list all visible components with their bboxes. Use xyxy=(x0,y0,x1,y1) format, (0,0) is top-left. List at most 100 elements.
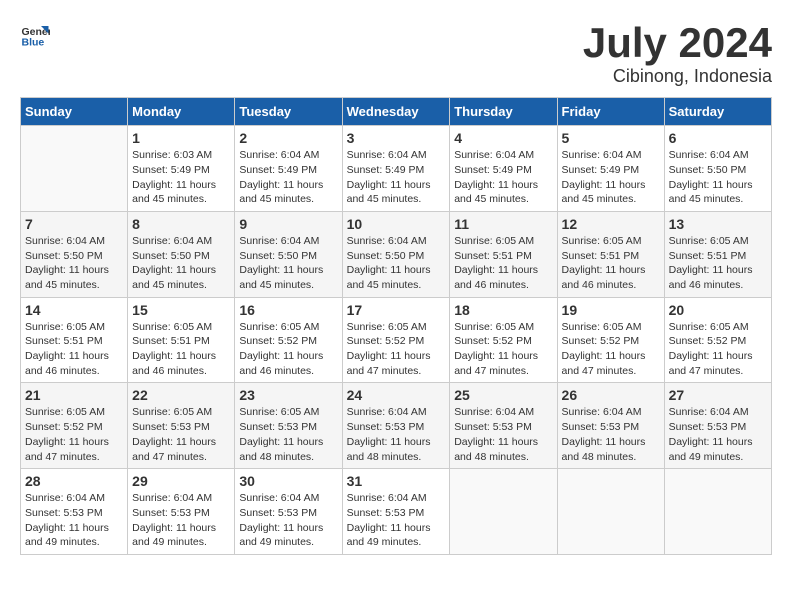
calendar-cell: 2 Sunrise: 6:04 AM Sunset: 5:49 PM Daylig… xyxy=(235,126,342,212)
day-number: 27 xyxy=(669,387,767,403)
cell-info: Sunrise: 6:05 AM Sunset: 5:51 PM Dayligh… xyxy=(562,234,660,293)
day-number: 3 xyxy=(347,130,446,146)
day-number: 18 xyxy=(454,302,552,318)
calendar-cell: 1Sunrise: 6:03 AM Sunset: 5:49 PM Daylig… xyxy=(128,126,235,212)
cell-info: Sunrise: 6:04 AM Sunset: 5:49 PM Dayligh… xyxy=(454,148,552,207)
cell-info: Sunrise: 6:05 AM Sunset: 5:52 PM Dayligh… xyxy=(669,320,767,379)
day-number: 10 xyxy=(347,216,446,232)
calendar-cell: 6 Sunrise: 6:04 AM Sunset: 5:50 PM Daylig… xyxy=(664,126,771,212)
location-subtitle: Cibinong, Indonesia xyxy=(583,66,772,87)
day-header-saturday: Saturday xyxy=(664,98,771,126)
day-number: 26 xyxy=(562,387,660,403)
cell-info: Sunrise: 6:04 AM Sunset: 5:53 PM Dayligh… xyxy=(562,405,660,464)
day-number: 2 xyxy=(239,130,337,146)
calendar-cell: 21 Sunrise: 6:05 AM Sunset: 5:52 PM Dayli… xyxy=(21,383,128,469)
calendar-cell: 3 Sunrise: 6:04 AM Sunset: 5:49 PM Daylig… xyxy=(342,126,450,212)
calendar-cell: 16 Sunrise: 6:05 AM Sunset: 5:52 PM Dayli… xyxy=(235,297,342,383)
cell-info: Sunrise: 6:04 AM Sunset: 5:50 PM Dayligh… xyxy=(132,234,230,293)
calendar-cell: 28Sunrise: 6:04 AM Sunset: 5:53 PM Dayli… xyxy=(21,469,128,555)
calendar-week-row: 1Sunrise: 6:03 AM Sunset: 5:49 PM Daylig… xyxy=(21,126,772,212)
month-year-title: July 2024 xyxy=(583,20,772,66)
calendar-cell: 9Sunrise: 6:04 AM Sunset: 5:50 PM Daylig… xyxy=(235,211,342,297)
calendar-table: SundayMondayTuesdayWednesdayThursdayFrid… xyxy=(20,97,772,555)
calendar-cell: 30 Sunrise: 6:04 AM Sunset: 5:53 PM Dayli… xyxy=(235,469,342,555)
day-header-tuesday: Tuesday xyxy=(235,98,342,126)
day-number: 13 xyxy=(669,216,767,232)
calendar-cell: 7 Sunrise: 6:04 AM Sunset: 5:50 PM Daylig… xyxy=(21,211,128,297)
calendar-cell: 18 Sunrise: 6:05 AM Sunset: 5:52 PM Dayli… xyxy=(450,297,557,383)
cell-info: Sunrise: 6:04 AM Sunset: 5:53 PM Dayligh… xyxy=(669,405,767,464)
day-number: 31 xyxy=(347,473,446,489)
calendar-cell xyxy=(450,469,557,555)
cell-info: Sunrise: 6:04 AM Sunset: 5:50 PM Dayligh… xyxy=(669,148,767,207)
cell-info: Sunrise: 6:04 AM Sunset: 5:50 PM Dayligh… xyxy=(347,234,446,293)
calendar-cell xyxy=(557,469,664,555)
calendar-cell xyxy=(664,469,771,555)
calendar-cell: 23Sunrise: 6:05 AM Sunset: 5:53 PM Dayli… xyxy=(235,383,342,469)
day-number: 21 xyxy=(25,387,123,403)
day-number: 11 xyxy=(454,216,552,232)
day-number: 5 xyxy=(562,130,660,146)
day-number: 23 xyxy=(239,387,337,403)
calendar-week-row: 7 Sunrise: 6:04 AM Sunset: 5:50 PM Daylig… xyxy=(21,211,772,297)
cell-info: Sunrise: 6:05 AM Sunset: 5:51 PM Dayligh… xyxy=(454,234,552,293)
calendar-cell: 24Sunrise: 6:04 AM Sunset: 5:53 PM Dayli… xyxy=(342,383,450,469)
cell-info: Sunrise: 6:05 AM Sunset: 5:53 PM Dayligh… xyxy=(132,405,230,464)
day-number: 20 xyxy=(669,302,767,318)
calendar-cell: 22Sunrise: 6:05 AM Sunset: 5:53 PM Dayli… xyxy=(128,383,235,469)
day-number: 15 xyxy=(132,302,230,318)
cell-info: Sunrise: 6:04 AM Sunset: 5:50 PM Dayligh… xyxy=(239,234,337,293)
cell-info: Sunrise: 6:05 AM Sunset: 5:51 PM Dayligh… xyxy=(25,320,123,379)
calendar-cell: 5Sunrise: 6:04 AM Sunset: 5:49 PM Daylig… xyxy=(557,126,664,212)
header: General Blue July 2024 Cibinong, Indones… xyxy=(20,20,772,87)
cell-info: Sunrise: 6:05 AM Sunset: 5:52 PM Dayligh… xyxy=(562,320,660,379)
calendar-cell: 26 Sunrise: 6:04 AM Sunset: 5:53 PM Dayli… xyxy=(557,383,664,469)
calendar-week-row: 28Sunrise: 6:04 AM Sunset: 5:53 PM Dayli… xyxy=(21,469,772,555)
day-number: 6 xyxy=(669,130,767,146)
day-header-monday: Monday xyxy=(128,98,235,126)
cell-info: Sunrise: 6:04 AM Sunset: 5:53 PM Dayligh… xyxy=(347,405,446,464)
cell-info: Sunrise: 6:04 AM Sunset: 5:53 PM Dayligh… xyxy=(347,491,446,550)
day-number: 14 xyxy=(25,302,123,318)
calendar-cell: 29Sunrise: 6:04 AM Sunset: 5:53 PM Dayli… xyxy=(128,469,235,555)
cell-info: Sunrise: 6:05 AM Sunset: 5:51 PM Dayligh… xyxy=(669,234,767,293)
calendar-cell xyxy=(21,126,128,212)
day-header-sunday: Sunday xyxy=(21,98,128,126)
calendar-week-row: 14 Sunrise: 6:05 AM Sunset: 5:51 PM Dayli… xyxy=(21,297,772,383)
day-header-thursday: Thursday xyxy=(450,98,557,126)
calendar-week-row: 21 Sunrise: 6:05 AM Sunset: 5:52 PM Dayli… xyxy=(21,383,772,469)
day-number: 29 xyxy=(132,473,230,489)
cell-info: Sunrise: 6:05 AM Sunset: 5:52 PM Dayligh… xyxy=(239,320,337,379)
cell-info: Sunrise: 6:04 AM Sunset: 5:49 PM Dayligh… xyxy=(347,148,446,207)
calendar-cell: 25Sunrise: 6:04 AM Sunset: 5:53 PM Dayli… xyxy=(450,383,557,469)
cell-info: Sunrise: 6:05 AM Sunset: 5:52 PM Dayligh… xyxy=(25,405,123,464)
cell-info: Sunrise: 6:04 AM Sunset: 5:49 PM Dayligh… xyxy=(239,148,337,207)
cell-info: Sunrise: 6:04 AM Sunset: 5:50 PM Dayligh… xyxy=(25,234,123,293)
calendar-cell: 17Sunrise: 6:05 AM Sunset: 5:52 PM Dayli… xyxy=(342,297,450,383)
day-number: 7 xyxy=(25,216,123,232)
calendar-cell: 19Sunrise: 6:05 AM Sunset: 5:52 PM Dayli… xyxy=(557,297,664,383)
day-header-friday: Friday xyxy=(557,98,664,126)
calendar-cell: 14 Sunrise: 6:05 AM Sunset: 5:51 PM Dayli… xyxy=(21,297,128,383)
cell-info: Sunrise: 6:04 AM Sunset: 5:53 PM Dayligh… xyxy=(25,491,123,550)
cell-info: Sunrise: 6:05 AM Sunset: 5:52 PM Dayligh… xyxy=(347,320,446,379)
day-number: 30 xyxy=(239,473,337,489)
day-header-wednesday: Wednesday xyxy=(342,98,450,126)
logo-icon: General Blue xyxy=(20,20,50,50)
calendar-cell: 13 Sunrise: 6:05 AM Sunset: 5:51 PM Dayli… xyxy=(664,211,771,297)
calendar-cell: 11 Sunrise: 6:05 AM Sunset: 5:51 PM Dayli… xyxy=(450,211,557,297)
calendar-cell: 31 Sunrise: 6:04 AM Sunset: 5:53 PM Dayli… xyxy=(342,469,450,555)
svg-text:Blue: Blue xyxy=(22,37,45,49)
cell-info: Sunrise: 6:04 AM Sunset: 5:53 PM Dayligh… xyxy=(454,405,552,464)
day-number: 16 xyxy=(239,302,337,318)
cell-info: Sunrise: 6:05 AM Sunset: 5:52 PM Dayligh… xyxy=(454,320,552,379)
calendar-cell: 8Sunrise: 6:04 AM Sunset: 5:50 PM Daylig… xyxy=(128,211,235,297)
cell-info: Sunrise: 6:04 AM Sunset: 5:53 PM Dayligh… xyxy=(239,491,337,550)
calendar-cell: 20 Sunrise: 6:05 AM Sunset: 5:52 PM Dayli… xyxy=(664,297,771,383)
calendar-body: 1Sunrise: 6:03 AM Sunset: 5:49 PM Daylig… xyxy=(21,126,772,555)
day-number: 4 xyxy=(454,130,552,146)
calendar-cell: 27 Sunrise: 6:04 AM Sunset: 5:53 PM Dayli… xyxy=(664,383,771,469)
cell-info: Sunrise: 6:03 AM Sunset: 5:49 PM Dayligh… xyxy=(132,148,230,207)
calendar-cell: 12Sunrise: 6:05 AM Sunset: 5:51 PM Dayli… xyxy=(557,211,664,297)
cell-info: Sunrise: 6:05 AM Sunset: 5:51 PM Dayligh… xyxy=(132,320,230,379)
